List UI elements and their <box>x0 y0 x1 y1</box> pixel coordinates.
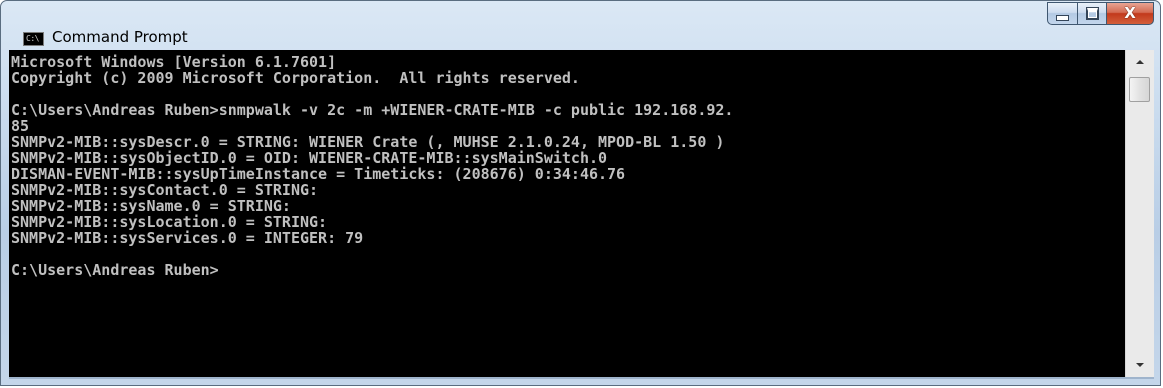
window-bottom-border <box>9 377 1154 379</box>
window-title: Command Prompt <box>52 28 188 46</box>
console-line: SNMPv2-MIB::sysDescr.0 = STRING: WIENER … <box>11 133 725 151</box>
scroll-down-arrow-icon <box>1136 363 1144 367</box>
console-line: DISMAN-EVENT-MIB::sysUpTimeInstance = Ti… <box>11 165 626 183</box>
close-button[interactable]: X <box>1106 2 1154 25</box>
vertical-scrollbar[interactable] <box>1125 50 1154 377</box>
console-line: SNMPv2-MIB::sysLocation.0 = STRING: <box>11 213 328 231</box>
console-line: SNMPv2-MIB::sysObjectID.0 = OID: WIENER-… <box>11 149 608 167</box>
scroll-down-button[interactable] <box>1126 355 1154 375</box>
command-prompt-window: C:\ Command Prompt X Microsoft Windows [… <box>0 0 1161 386</box>
console-line: SNMPv2-MIB::sysServices.0 = INTEGER: 79 <box>11 229 364 247</box>
console-line: C:\Users\Andreas Ruben>snmpwalk -v 2c -m… <box>11 101 734 119</box>
console-line: C:\Users\Andreas Ruben> <box>11 261 219 279</box>
console-app-icon[interactable]: C:\ <box>23 32 44 46</box>
scroll-up-button[interactable] <box>1126 52 1154 72</box>
minimize-icon <box>1056 14 1069 21</box>
console-line: SNMPv2-MIB::sysName.0 = STRING: <box>11 197 291 215</box>
console-line: Microsoft Windows [Version 6.1.7601] <box>11 53 337 71</box>
maximize-icon <box>1085 7 1099 20</box>
title-bar[interactable]: C:\ Command Prompt X <box>1 1 1160 49</box>
console-text: Microsoft Windows [Version 6.1.7601] Copy… <box>11 54 733 278</box>
console-app-icon-label: C:\ <box>26 34 39 43</box>
caption-buttons: X <box>1047 2 1154 25</box>
console-line: Copyright (c) 2009 Microsoft Corporation… <box>11 69 580 87</box>
console-line: SNMPv2-MIB::sysContact.0 = STRING: <box>11 181 319 199</box>
scroll-thumb[interactable] <box>1129 77 1150 102</box>
close-icon: X <box>1124 4 1136 22</box>
minimize-button[interactable] <box>1047 2 1077 25</box>
scroll-up-arrow-icon <box>1136 60 1144 64</box>
console-line: 85 <box>11 117 30 135</box>
console-output[interactable]: Microsoft Windows [Version 6.1.7601] Copy… <box>9 50 1125 377</box>
maximize-button[interactable] <box>1077 2 1106 25</box>
